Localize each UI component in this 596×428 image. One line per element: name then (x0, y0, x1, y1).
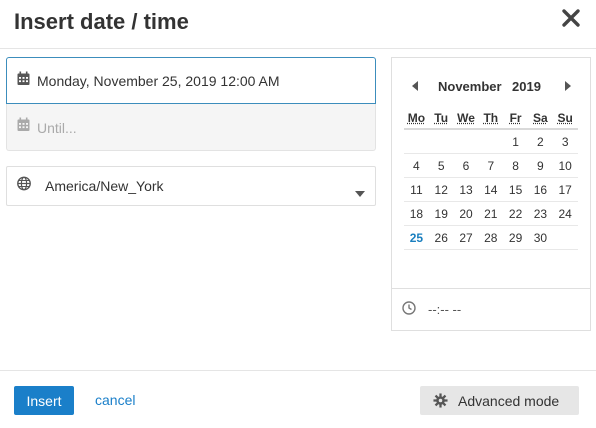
dialog-footer: Insert cancel Advanced mode (0, 370, 596, 428)
calendar-day[interactable]: 4 (404, 154, 429, 177)
calendar-day[interactable]: 8 (503, 154, 528, 177)
calendar-day[interactable]: 26 (429, 226, 454, 249)
calendar-week: 4 5 6 7 8 9 10 (404, 154, 578, 178)
calendar-day[interactable]: 24 (553, 202, 578, 225)
calendar-day (553, 226, 578, 249)
calendar-icon (17, 71, 30, 90)
calendar-day[interactable]: 15 (503, 178, 528, 201)
calendar-day[interactable]: 1 (503, 130, 528, 153)
calendar-day[interactable]: 17 (553, 178, 578, 201)
calendar-week: 18 19 20 21 22 23 24 (404, 202, 578, 226)
globe-icon (17, 176, 31, 196)
calendar-day (404, 130, 429, 153)
calendar-day[interactable]: 3 (553, 130, 578, 153)
calendar-day[interactable]: 12 (429, 178, 454, 201)
calendar-day[interactable]: 10 (553, 154, 578, 177)
calendar-day[interactable]: 16 (528, 178, 553, 201)
calendar-day[interactable]: 14 (478, 178, 503, 201)
weekday-label: Th (483, 111, 499, 125)
calendar-day[interactable]: 21 (478, 202, 503, 225)
until-placeholder: Until... (37, 120, 77, 136)
time-divider (392, 288, 590, 289)
calendar-day[interactable]: 30 (528, 226, 553, 249)
calendar-month[interactable]: November (438, 79, 502, 94)
calendar-day[interactable]: 23 (528, 202, 553, 225)
calendar-day (478, 130, 503, 153)
advanced-mode-button[interactable]: Advanced mode (420, 386, 579, 415)
weekday-label: We (457, 111, 475, 125)
calendar-day[interactable]: 28 (478, 226, 503, 249)
calendar-widget: November 2019 Mo Tu We Th Fr Sa Su 1 2 3… (391, 57, 591, 331)
calendar-day[interactable]: 5 (429, 154, 454, 177)
weekday-label: Tu (434, 111, 449, 125)
calendar-grid: Mo Tu We Th Fr Sa Su 1 2 3 4 5 6 7 8 9 1… (404, 108, 578, 250)
calendar-day[interactable]: 2 (528, 130, 553, 153)
calendar-day-selected[interactable]: 25 (404, 226, 429, 249)
timezone-select[interactable]: America/New_York (6, 166, 376, 206)
dialog-title: Insert date / time (14, 9, 189, 34)
weekday-header: Mo Tu We Th Fr Sa Su (404, 108, 578, 130)
calendar-day (429, 130, 454, 153)
previous-month-icon[interactable] (412, 78, 419, 96)
calendar-week: 11 12 13 14 15 16 17 (404, 178, 578, 202)
calendar-day[interactable]: 22 (503, 202, 528, 225)
weekday-label: Fr (509, 111, 522, 125)
timezone-value: America/New_York (45, 178, 164, 194)
calendar-day[interactable]: 27 (454, 226, 479, 249)
calendar-year[interactable]: 2019 (512, 79, 541, 94)
insert-datetime-dialog: Insert date / time Monday, November 25, … (0, 0, 596, 428)
calendar-day[interactable]: 6 (454, 154, 479, 177)
calendar-day[interactable]: 19 (429, 202, 454, 225)
calendar-day[interactable]: 18 (404, 202, 429, 225)
caret-down-icon (355, 184, 365, 202)
weekday-label: Sa (533, 111, 548, 125)
insert-button[interactable]: Insert (14, 386, 74, 415)
calendar-day (454, 130, 479, 153)
gear-icon (433, 393, 448, 411)
start-date-input[interactable]: Monday, November 25, 2019 12:00 AM (6, 57, 376, 104)
cancel-link[interactable]: cancel (95, 392, 135, 408)
calendar-day[interactable]: 9 (528, 154, 553, 177)
calendar-week: 25 26 27 28 29 30 (404, 226, 578, 250)
advanced-mode-label: Advanced mode (458, 393, 560, 409)
calendar-day[interactable]: 29 (503, 226, 528, 249)
calendar-day[interactable]: 7 (478, 154, 503, 177)
calendar-week: 1 2 3 (404, 130, 578, 154)
calendar-day[interactable]: 20 (454, 202, 479, 225)
time-input[interactable]: --:-- -- (428, 302, 461, 317)
next-month-icon[interactable] (564, 78, 571, 96)
dialog-header: Insert date / time (0, 0, 596, 49)
start-date-value: Monday, November 25, 2019 12:00 AM (37, 73, 280, 89)
until-date-input[interactable]: Until... (6, 104, 376, 151)
weekday-label: Mo (407, 111, 426, 125)
calendar-icon (17, 117, 30, 137)
close-icon[interactable] (560, 7, 582, 29)
calendar-day[interactable]: 11 (404, 178, 429, 201)
weekday-label: Su (557, 111, 573, 125)
calendar-day[interactable]: 13 (454, 178, 479, 201)
clock-icon (402, 301, 416, 320)
